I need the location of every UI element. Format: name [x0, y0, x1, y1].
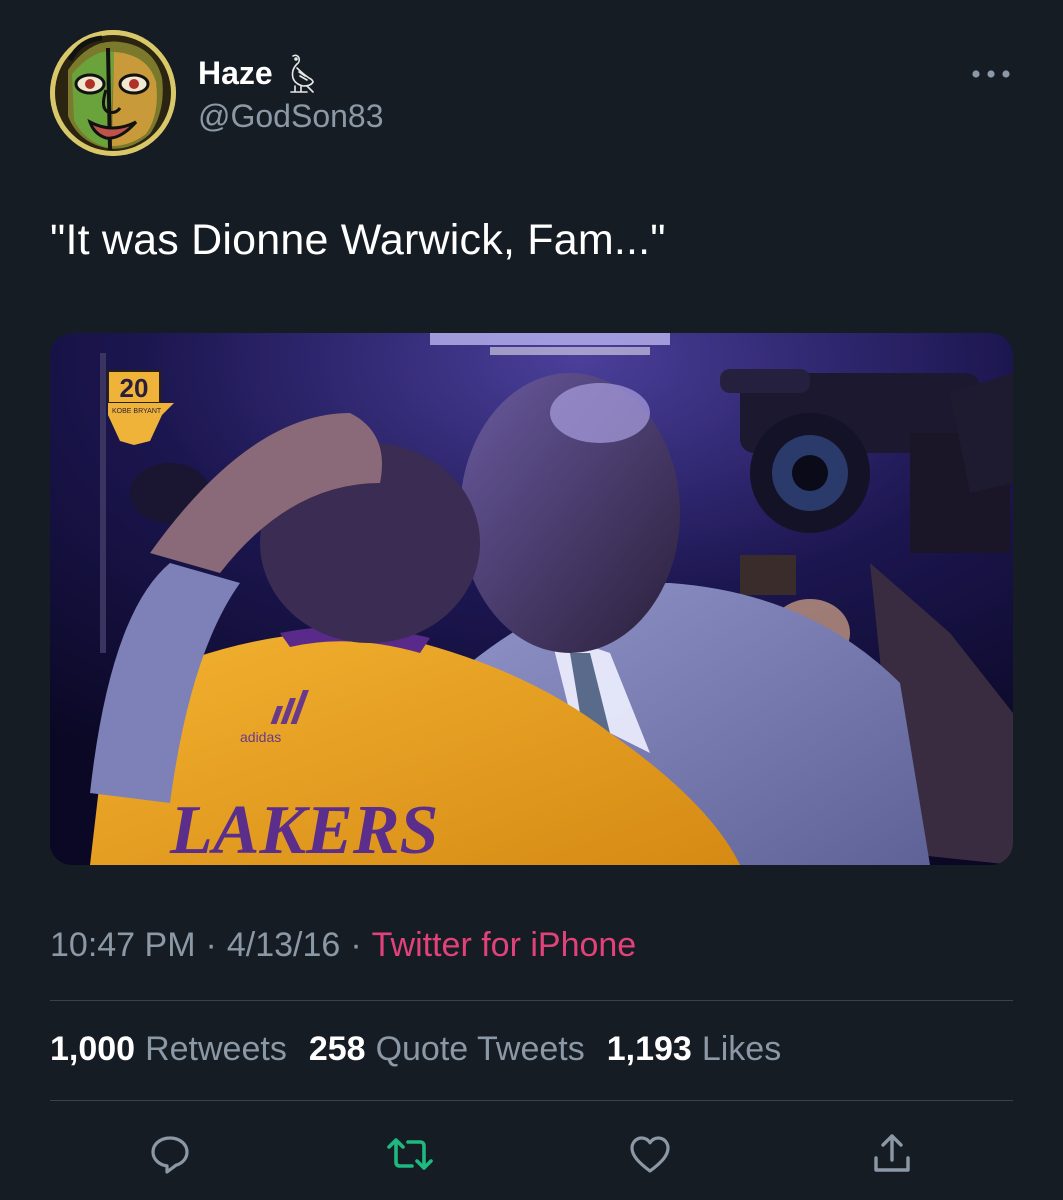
- retweets-label: Retweets: [145, 1030, 287, 1068]
- tweet-media-photo[interactable]: LAKERS adidas 20 KOBE BRYANT: [50, 333, 1013, 865]
- avatar[interactable]: [50, 30, 176, 156]
- tweet-text: "It was Dionne Warwick, Fam...": [50, 216, 666, 264]
- tweet-time[interactable]: 10:47 PM: [50, 926, 196, 964]
- brand-text: adidas: [240, 729, 281, 745]
- owl-icon: [289, 54, 314, 93]
- quote-tweets-stat[interactable]: 258 Quote Tweets: [309, 1030, 585, 1069]
- jersey-text: LAKERS: [169, 792, 438, 865]
- display-name[interactable]: Haze: [198, 55, 273, 92]
- reply-icon: [151, 1136, 189, 1174]
- retweet-button[interactable]: [384, 1128, 436, 1180]
- more-options-button[interactable]: [965, 62, 1017, 86]
- more-dots-icon: [972, 70, 1010, 78]
- badge-number: 20: [120, 373, 149, 403]
- retweet-icon: [387, 1138, 433, 1170]
- author-name-row[interactable]: Haze: [198, 52, 317, 94]
- like-icon: [630, 1136, 670, 1173]
- likes-label: Likes: [701, 1030, 782, 1068]
- like-button[interactable]: [624, 1128, 676, 1180]
- quote-tweets-label: Quote Tweets: [375, 1030, 585, 1068]
- quote-tweets-count: 258: [308, 1030, 366, 1068]
- photo-scene: LAKERS adidas 20 KOBE BRYANT: [50, 333, 1013, 865]
- retweets-stat[interactable]: 1,000 Retweets: [50, 1030, 287, 1069]
- retweets-count: 1,000: [50, 1030, 136, 1068]
- meta-separator: ·: [205, 926, 217, 964]
- meta-separator: ·: [350, 926, 362, 964]
- tweet-stats: 1,000 Retweets 258 Quote Tweets 1,193 Likes: [50, 1030, 781, 1069]
- badge-text: KOBE BRYANT: [112, 408, 162, 415]
- divider: [50, 1100, 1013, 1101]
- avatar-image: [50, 30, 176, 156]
- tweet-source-link[interactable]: Twitter for iPhone: [372, 926, 637, 964]
- tweet-detail-page: Haze @GodSon83 "It was Dionne Warwick, F…: [0, 0, 1063, 1200]
- reply-button[interactable]: [144, 1128, 196, 1180]
- share-button[interactable]: [866, 1128, 918, 1180]
- likes-stat[interactable]: 1,193 Likes: [607, 1030, 781, 1069]
- share-icon: [874, 1134, 910, 1172]
- likes-count: 1,193: [606, 1030, 692, 1068]
- author-handle[interactable]: @GodSon83: [198, 98, 384, 135]
- divider: [50, 1000, 1013, 1001]
- tweet-meta: 10:47 PM · 4/13/16 · Twitter for iPhone: [50, 926, 636, 965]
- tweet-date[interactable]: 4/13/16: [227, 926, 340, 964]
